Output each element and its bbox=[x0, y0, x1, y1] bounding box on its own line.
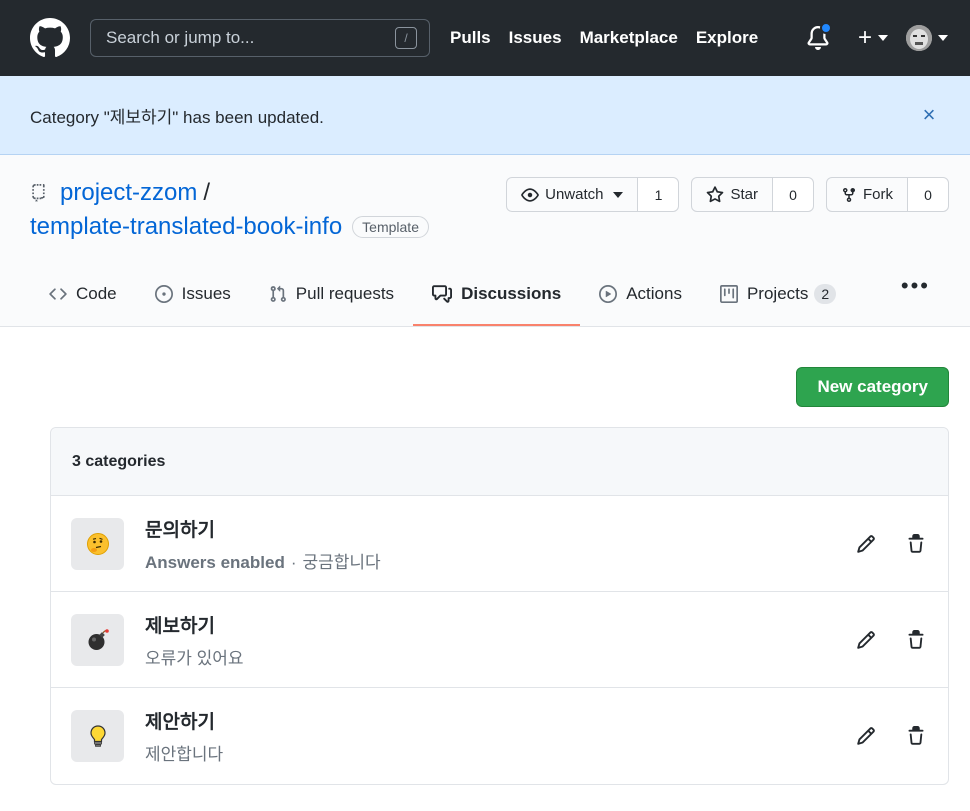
header-right-controls: + bbox=[806, 22, 970, 52]
delete-trash-icon[interactable] bbox=[904, 724, 928, 748]
github-logo-icon[interactable] bbox=[30, 18, 70, 58]
tab-projects[interactable]: Projects 2 bbox=[701, 263, 855, 326]
nav-issues-link[interactable]: Issues bbox=[509, 28, 562, 48]
fork-label: Fork bbox=[863, 186, 893, 203]
project-icon bbox=[719, 284, 738, 303]
light-bulb-icon bbox=[71, 710, 124, 762]
caret-down-icon bbox=[938, 35, 948, 41]
tab-actions[interactable]: Actions bbox=[580, 263, 701, 326]
delete-trash-icon[interactable] bbox=[904, 628, 928, 652]
user-menu-dropdown[interactable] bbox=[906, 25, 948, 51]
flash-message: Category "제보하기" has been updated. bbox=[30, 107, 324, 127]
separator-dot: · bbox=[290, 552, 297, 572]
forks-count[interactable]: 0 bbox=[908, 178, 948, 211]
unwatch-label: Unwatch bbox=[545, 186, 604, 203]
star-button[interactable]: Star bbox=[692, 178, 773, 211]
global-nav: Pulls Issues Marketplace Explore bbox=[450, 28, 776, 48]
category-title[interactable]: 제안하기 bbox=[145, 707, 828, 734]
repo-owner-link[interactable]: project-zzom bbox=[60, 179, 197, 207]
category-description: 오류가 있어요 bbox=[145, 648, 244, 668]
global-header: Search or jump to... / Pulls Issues Mark… bbox=[0, 0, 970, 76]
edit-pencil-icon[interactable] bbox=[854, 532, 878, 556]
delete-trash-icon[interactable] bbox=[904, 532, 928, 556]
plus-icon: + bbox=[857, 24, 872, 51]
notification-unread-dot bbox=[819, 22, 832, 34]
caret-down-icon bbox=[878, 35, 888, 41]
edit-pencil-icon[interactable] bbox=[854, 628, 878, 652]
fork-button-group: Fork 0 bbox=[826, 177, 949, 212]
tab-code[interactable]: Code bbox=[30, 263, 136, 326]
tab-pull-requests-label: Pull requests bbox=[295, 283, 395, 303]
repo-template-icon bbox=[32, 184, 45, 202]
list-item: 문의하기 Answers enabled · 궁금합니다 bbox=[51, 496, 948, 592]
caret-down-icon bbox=[613, 191, 624, 198]
bomb-icon bbox=[71, 613, 124, 666]
fork-button[interactable]: Fork bbox=[827, 178, 908, 211]
search-input[interactable]: Search or jump to... / bbox=[90, 19, 430, 57]
repo-actions: Unwatch 1 Star 0 Fork 0 bbox=[494, 177, 949, 212]
repository-header: project-zzom / template-translated-book-… bbox=[0, 155, 970, 327]
list-item: 제안하기 제안합니다 bbox=[51, 688, 948, 784]
new-category-button[interactable]: New category bbox=[796, 367, 949, 407]
eye-icon bbox=[521, 187, 539, 202]
tab-projects-label: Projects bbox=[746, 283, 809, 303]
unwatch-button[interactable]: Unwatch bbox=[507, 178, 639, 211]
repo-name-link[interactable]: template-translated-book-info bbox=[30, 213, 342, 241]
close-icon[interactable]: × bbox=[918, 102, 940, 127]
tab-issues[interactable]: Issues bbox=[136, 263, 250, 326]
tab-actions-label: Actions bbox=[626, 283, 682, 303]
edit-pencil-icon[interactable] bbox=[854, 724, 878, 748]
flash-notice: Category "제보하기" has been updated. × bbox=[0, 76, 970, 155]
category-description: 궁금합니다 bbox=[302, 552, 381, 572]
nav-explore-link[interactable]: Explore bbox=[696, 28, 758, 48]
template-badge: Template bbox=[352, 216, 429, 238]
tab-code-label: Code bbox=[76, 283, 117, 303]
category-description: 제안합니다 bbox=[145, 745, 224, 764]
answers-enabled-label: Answers enabled bbox=[145, 552, 285, 572]
watch-button-group: Unwatch 1 bbox=[506, 177, 680, 212]
nav-pulls-link[interactable]: Pulls bbox=[450, 28, 491, 48]
star-icon bbox=[707, 185, 724, 202]
search-placeholder: Search or jump to... bbox=[106, 28, 255, 47]
category-title[interactable]: 문의하기 bbox=[145, 515, 828, 542]
tab-pull-requests[interactable]: Pull requests bbox=[250, 263, 413, 326]
categories-count-heading: 3 categories bbox=[51, 428, 948, 496]
git-pull-request-icon bbox=[270, 285, 286, 302]
repo-tabs: Code Issues Pull requests Discussions Ac… bbox=[30, 263, 855, 326]
play-icon bbox=[599, 284, 618, 303]
tab-discussions-label: Discussions bbox=[461, 283, 562, 303]
fork-icon bbox=[843, 187, 855, 202]
repo-title: project-zzom / template-translated-book-… bbox=[30, 179, 429, 241]
notifications-bell-icon[interactable] bbox=[806, 22, 832, 50]
tab-discussions[interactable]: Discussions bbox=[413, 263, 581, 326]
star-label: Star bbox=[730, 186, 758, 203]
repo-path-separator: / bbox=[203, 179, 211, 206]
categories-list: 3 categories 문의하기 Answers enabled · 궁금합니다 bbox=[50, 427, 949, 785]
star-button-group: Star 0 bbox=[691, 177, 814, 212]
avatar bbox=[906, 25, 932, 51]
more-tabs-kebab-icon[interactable]: ••• bbox=[901, 273, 930, 299]
list-item: 제보하기 오류가 있어요 bbox=[51, 592, 948, 688]
issue-opened-icon bbox=[154, 284, 173, 303]
search-shortcut-key: / bbox=[395, 27, 417, 49]
tab-issues-label: Issues bbox=[181, 283, 231, 303]
watchers-count[interactable]: 1 bbox=[638, 178, 679, 211]
create-new-dropdown[interactable]: + bbox=[858, 24, 888, 52]
comment-discussion-icon bbox=[432, 284, 453, 303]
thinking-face-icon bbox=[71, 517, 124, 570]
stars-count[interactable]: 0 bbox=[773, 178, 813, 211]
projects-count-badge: 2 bbox=[814, 283, 837, 304]
code-icon bbox=[49, 287, 67, 300]
category-title[interactable]: 제보하기 bbox=[145, 611, 828, 638]
nav-marketplace-link[interactable]: Marketplace bbox=[580, 28, 678, 48]
